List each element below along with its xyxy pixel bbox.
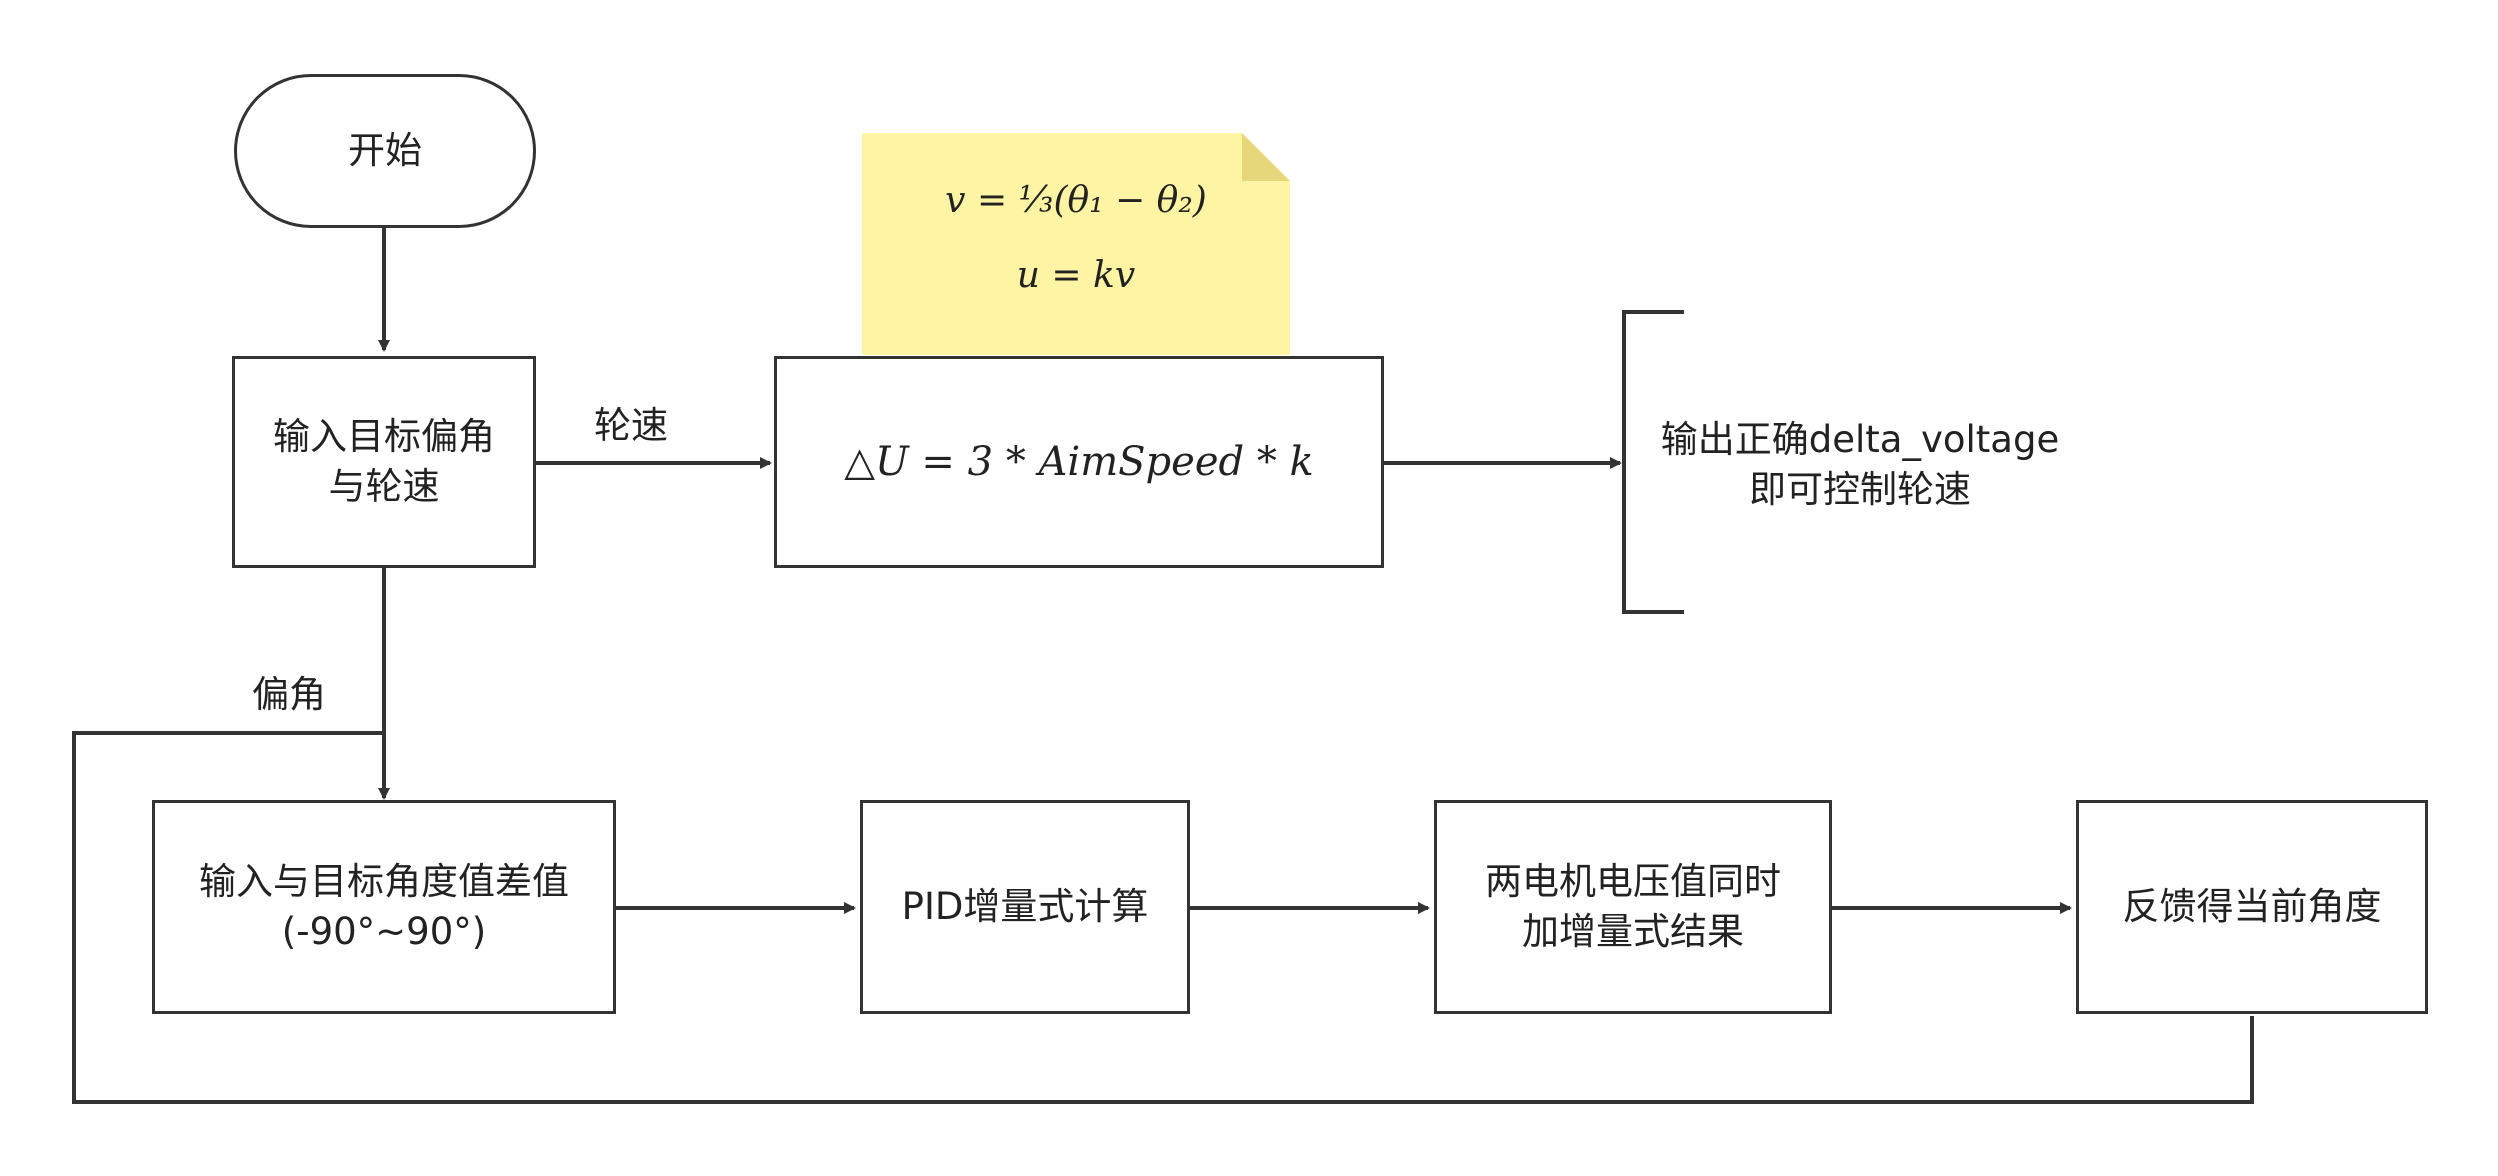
note-formula-line-2: u = kv xyxy=(1016,255,1136,296)
input-diff-line-1: 输入与目标角度值差值 xyxy=(199,860,569,904)
feedback-label: 反馈得当前角度 xyxy=(2122,885,2382,929)
input-target-line-2: 与轮速 xyxy=(328,465,440,508)
note-fold-corner xyxy=(1242,133,1290,181)
output-line-2: 即可控制轮速 xyxy=(1749,467,1971,511)
formula-note xyxy=(862,133,1290,355)
start-node: 开始 xyxy=(234,74,536,228)
start-label: 开始 xyxy=(348,129,422,173)
input-diff-line-2: (-90°~90°) xyxy=(281,910,487,953)
speed-formula: △U = 3 * AimSpeed * k xyxy=(844,439,1314,485)
edge-label-speed: 轮速 xyxy=(594,404,668,447)
edge-label-angle: 偏角 xyxy=(252,673,326,716)
input-target-line-1: 输入目标偏角 xyxy=(273,415,495,459)
output-text: 输出正确delta_voltage 即可控制轮速 xyxy=(1640,415,2080,515)
input-diff-node: 输入与目标角度值差值 (-90°~90°) xyxy=(152,800,616,1014)
pid-node: PID增量式计算 xyxy=(860,800,1190,1014)
speed-formula-node: △U = 3 * AimSpeed * k xyxy=(774,356,1384,568)
pid-label: PID增量式计算 xyxy=(901,885,1149,929)
input-target-node: 输入目标偏角 与轮速 xyxy=(232,356,536,568)
apply-node: 两电机电压值同时 加增量式结果 xyxy=(1434,800,1832,1014)
output-line-1: 输出正确delta_voltage xyxy=(1660,418,2060,461)
feedback-node: 反馈得当前角度 xyxy=(2076,800,2428,1014)
apply-line-1: 两电机电压值同时 xyxy=(1485,860,1781,904)
note-formula-line-1: v = ⅓(θ₁ − θ₂) xyxy=(945,180,1207,221)
apply-line-2: 加增量式结果 xyxy=(1522,910,1744,953)
